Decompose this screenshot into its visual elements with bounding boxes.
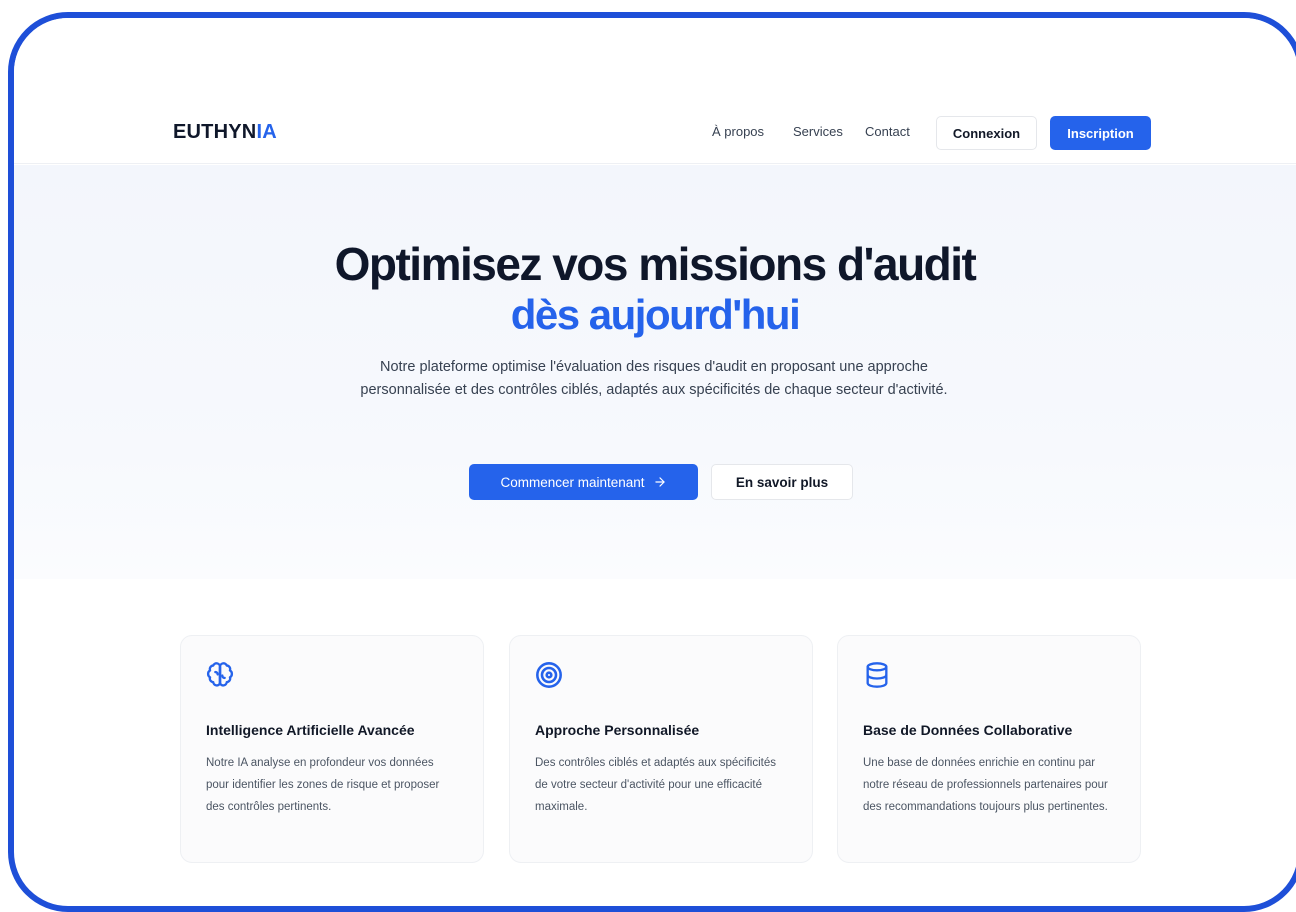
login-button[interactable]: Connexion — [936, 116, 1037, 150]
feature-card-database: Base de Données Collaborative Une base d… — [837, 635, 1141, 863]
target-icon — [536, 662, 562, 688]
arrow-right-icon — [654, 477, 665, 487]
feature-title: Approche Personnalisée — [535, 722, 700, 738]
page-frame: EUTHYNIA À propos Services Contact Conne… — [8, 12, 1296, 912]
brain-icon — [207, 662, 233, 687]
feature-title: Base de Données Collaborative — [863, 722, 1073, 738]
feature-description: Une base de données enrichie en continu … — [863, 757, 1108, 813]
feature-title: Intelligence Artificielle Avancée — [206, 722, 415, 738]
database-icon — [866, 662, 888, 688]
hero-title: Optimisez vos missions d'audit — [334, 238, 977, 290]
feature-card-ai: Intelligence Artificielle Avancée Notre … — [180, 635, 484, 863]
nav-link-contact[interactable]: Contact — [865, 124, 910, 139]
get-started-label: Commencer maintenant — [500, 474, 645, 490]
nav-link-about[interactable]: À propos — [712, 124, 764, 139]
hero-section: Optimisez vos missions d'audit dès aujou… — [14, 165, 1296, 579]
get-started-button[interactable]: Commencer maintenant — [469, 464, 698, 500]
learn-more-button[interactable]: En savoir plus — [711, 464, 853, 500]
nav-link-services[interactable]: Services — [793, 124, 843, 139]
feature-description: Des contrôles ciblés et adaptés aux spéc… — [535, 757, 776, 813]
main-nav: À propos Services Contact Connexion Insc… — [14, 116, 1296, 150]
signup-button[interactable]: Inscription — [1050, 116, 1151, 150]
feature-description: Notre IA analyse en profondeur vos donné… — [206, 757, 440, 813]
hero-title-highlight: dès aujourd'hui — [510, 291, 801, 338]
site-header: EUTHYNIA À propos Services Contact Conne… — [14, 18, 1296, 164]
hero-description: Notre plateforme optimise l'évaluation d… — [360, 359, 948, 398]
feature-card-personalized: Approche Personnalisée Des contrôles cib… — [509, 635, 813, 863]
